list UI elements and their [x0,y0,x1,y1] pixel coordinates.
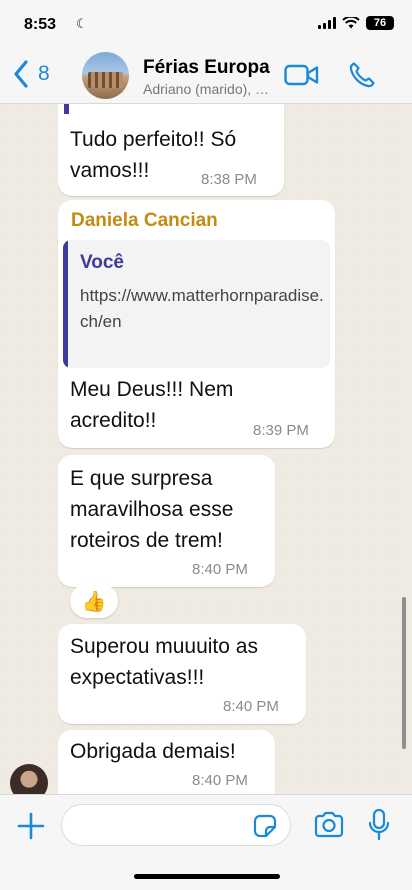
message-time: 8:40 PM [192,772,248,789]
video-call-icon[interactable] [284,63,320,87]
status-bar: 8:53 ☾ 76 [0,0,412,46]
quote-accent-bar [63,240,68,368]
home-indicator [134,874,280,879]
sticker-icon[interactable] [252,813,278,839]
quote-author: Você [80,252,125,273]
message-time: 8:39 PM [253,422,309,439]
message-text: Obrigada demais! [70,740,236,763]
status-time: 8:53 [24,16,57,33]
sender-avatar[interactable] [10,764,48,794]
message-bubble[interactable]: E que surpresa maravilhosa esse roteiros… [58,455,275,587]
message-text: E que surpresa maravilhosa esse roteiros… [70,467,234,552]
plus-icon[interactable] [16,811,46,841]
quote-text: https://www.matterhornparadise.ch/en [80,286,324,331]
status-icons: 76 [318,16,394,30]
battery-indicator: 76 [366,16,394,30]
chat-messages[interactable]: Tudo perfeito!! Só vamos!!! 8:38 PM Dani… [0,104,412,794]
sender-name: Daniela Cancian [71,210,218,231]
message-time: 8:38 PM [201,171,257,188]
camera-icon[interactable] [313,811,345,839]
chat-header: 8 Férias Europa Adriano (marido), Daniel… [0,46,412,104]
message-bubble[interactable]: Superou muuuito as expectativas!!! 8:40 … [58,624,306,724]
signal-icon [318,17,336,29]
quoted-message[interactable]: Você https://www.matterhornparadise.ch/e… [63,240,330,368]
unread-count: 8 [38,62,50,85]
message-bubble[interactable]: Tudo perfeito!! Só vamos!!! 8:38 PM [58,104,284,196]
message-time: 8:40 PM [223,698,279,715]
message-input-bar [0,794,412,890]
colosseum-image [88,72,123,88]
message-time: 8:40 PM [192,561,248,578]
back-button[interactable]: 8 [12,60,50,88]
quote-bar-fragment [64,104,69,114]
group-avatar[interactable] [82,52,129,99]
phone-icon[interactable] [348,61,376,89]
moon-icon: ☾ [76,16,88,31]
back-chevron-icon [14,60,28,88]
chat-participants[interactable]: Adriano (marido), Daniela Cancian, Você [143,81,275,97]
reaction-badge[interactable]: 👍 [70,584,118,618]
wifi-icon [342,17,360,29]
chat-title[interactable]: Férias Europa [143,57,275,79]
chat-scrollbar[interactable] [402,597,406,749]
message-bubble[interactable]: Daniela Cancian Você https://www.matterh… [58,200,335,448]
message-text: Superou muuuito as expectativas!!! [70,635,258,689]
message-bubble[interactable]: Obrigada demais! 8:40 PM [58,730,275,794]
microphone-icon[interactable] [367,808,391,842]
